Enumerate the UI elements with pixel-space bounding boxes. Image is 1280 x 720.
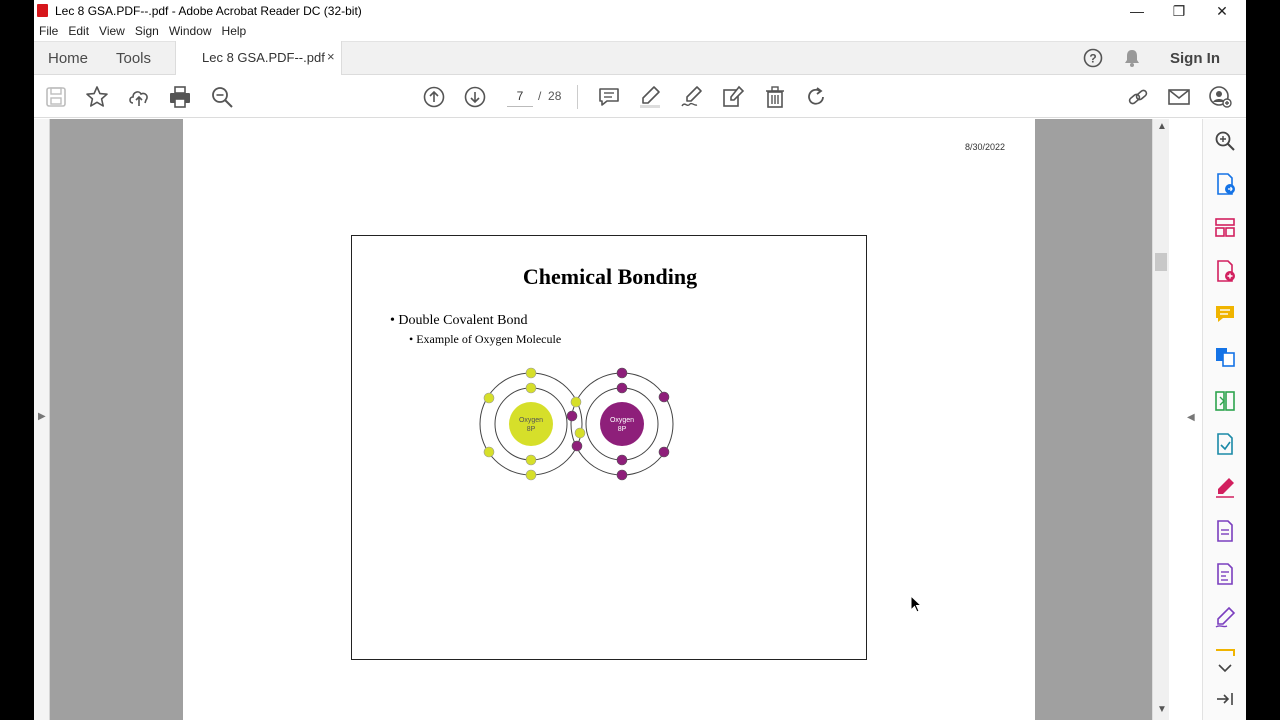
right-tools-panel: ◀ — [1169, 119, 1246, 720]
tab-home[interactable]: Home — [48, 50, 88, 67]
slide: Chemical Bonding • Double Covalent Bond … — [351, 235, 867, 660]
page-total: / 28 — [538, 89, 561, 103]
menu-sign[interactable]: Sign — [135, 22, 159, 41]
delete-trash-icon[interactable] — [762, 84, 788, 110]
draw-signature-icon[interactable] — [679, 84, 705, 110]
oxygen-molecule-diagram: Oxygen 8P Oxygen 8P — [479, 367, 674, 481]
fill-sign-tool-icon[interactable] — [1213, 475, 1237, 499]
highlight-pen-icon[interactable] — [637, 84, 663, 110]
help-icon[interactable]: ? — [1083, 48, 1103, 73]
document-tab-label: Lec 8 GSA.PDF--.pdf — [202, 50, 325, 65]
acrobat-window: Lec 8 GSA.PDF--.pdf - Adobe Acrobat Read… — [34, 0, 1246, 720]
more-tools-icon[interactable] — [1213, 646, 1237, 656]
export-pdf-icon[interactable] — [1213, 172, 1237, 196]
maximize-button[interactable]: ❐ — [1164, 2, 1194, 20]
left-atom-label: Oxygen — [519, 417, 543, 424]
menu-view[interactable]: View — [99, 22, 125, 41]
search-zoom-icon[interactable] — [1213, 129, 1237, 153]
scroll-up-icon[interactable]: ▲ — [1157, 121, 1167, 132]
collapse-tools-pane-icon[interactable] — [1213, 687, 1237, 711]
protect-pdf-icon[interactable] — [1213, 562, 1237, 586]
close-window-button[interactable]: ✕ — [1207, 2, 1237, 20]
comment-icon[interactable] — [596, 84, 622, 110]
right-atom-label: Oxygen — [610, 417, 634, 424]
mouse-cursor-icon — [910, 595, 922, 613]
rotate-icon[interactable] — [803, 84, 829, 110]
menu-help[interactable]: Help — [222, 22, 247, 41]
scrollbar-thumb[interactable] — [1155, 253, 1167, 271]
collapse-right-panel-icon[interactable]: ◀ — [1187, 412, 1195, 423]
sign-in-button[interactable]: Sign In — [1170, 50, 1220, 67]
send-for-review-icon[interactable] — [1213, 432, 1237, 456]
menu-bar: File Edit View Sign Window Help — [34, 22, 1246, 41]
page-view[interactable]: 8/30/2022 Chemical Bonding • Double Cova… — [50, 119, 1152, 720]
fill-sign-icon[interactable] — [720, 84, 746, 110]
zoom-out-icon[interactable] — [209, 84, 235, 110]
screen-border — [1246, 0, 1280, 720]
window-title: Lec 8 GSA.PDF--.pdf - Adobe Acrobat Read… — [55, 4, 362, 18]
expand-left-panel-icon[interactable]: ▶ — [38, 411, 46, 422]
comment-tool-icon[interactable] — [1213, 302, 1237, 326]
page-separator: / — [538, 89, 542, 103]
minimize-button[interactable]: — — [1122, 2, 1152, 20]
notification-bell-icon[interactable] — [1122, 48, 1142, 73]
scroll-down-icon[interactable]: ▼ — [1157, 704, 1167, 715]
document-workspace: ▶ 8/30/2022 Chemical Bonding • Double Co… — [34, 119, 1169, 720]
menu-edit[interactable]: Edit — [68, 22, 89, 41]
edit-pdf-icon[interactable] — [1213, 519, 1237, 543]
star-bookmark-icon[interactable] — [84, 84, 110, 110]
left-oxygen-nucleus — [509, 402, 553, 446]
acrobat-pdf-icon — [37, 4, 48, 17]
save-icon[interactable] — [43, 84, 69, 110]
add-user-share-icon[interactable] — [1207, 84, 1233, 110]
close-tab-icon[interactable]: × — [327, 49, 335, 64]
tab-document[interactable]: Lec 8 GSA.PDF--.pdf × — [175, 41, 342, 76]
tools-column — [1202, 119, 1246, 720]
tab-tools[interactable]: Tools — [116, 50, 151, 67]
previous-page-icon[interactable] — [421, 84, 447, 110]
title-bar: Lec 8 GSA.PDF--.pdf - Adobe Acrobat Read… — [34, 0, 1246, 22]
page-date: 8/30/2022 — [965, 142, 1006, 152]
right-oxygen-nucleus — [600, 402, 644, 446]
create-pdf-icon[interactable] — [1213, 259, 1237, 283]
request-signature-icon[interactable] — [1213, 605, 1237, 629]
left-atom-protons: 8P — [527, 426, 536, 433]
menu-file[interactable]: File — [39, 22, 58, 41]
tab-bar: Home Tools Lec 8 GSA.PDF--.pdf × ? Sign … — [34, 41, 1246, 76]
total-pages: 28 — [548, 89, 562, 103]
email-icon[interactable] — [1166, 84, 1192, 110]
menu-window[interactable]: Window — [169, 22, 212, 41]
page-number-input[interactable]: 7 — [507, 87, 533, 107]
left-panel-toggle[interactable]: ▶ — [34, 119, 50, 720]
next-page-icon[interactable] — [462, 84, 488, 110]
slide-title: Chemical Bonding — [522, 264, 698, 289]
right-atom-protons: 8P — [618, 426, 627, 433]
pdf-page: 8/30/2022 Chemical Bonding • Double Cova… — [183, 119, 1035, 720]
toolbar: 7 / 28 — [34, 75, 1246, 118]
bullet-oxygen-example: • Example of Oxygen Molecule — [409, 332, 562, 346]
toolbar-divider — [577, 85, 578, 109]
expand-more-tools-icon[interactable] — [1213, 656, 1237, 673]
print-icon[interactable] — [167, 84, 193, 110]
organize-pages-icon[interactable] — [1213, 215, 1237, 239]
svg-text:?: ? — [1089, 52, 1096, 66]
share-link-icon[interactable] — [1125, 84, 1151, 110]
bullet-double-covalent: • Double Covalent Bond — [390, 313, 528, 328]
combine-files-icon[interactable] — [1213, 345, 1237, 369]
vertical-scrollbar[interactable]: ▲ ▼ — [1152, 119, 1169, 720]
upload-cloud-icon[interactable] — [126, 84, 152, 110]
compare-files-icon[interactable] — [1213, 389, 1237, 413]
